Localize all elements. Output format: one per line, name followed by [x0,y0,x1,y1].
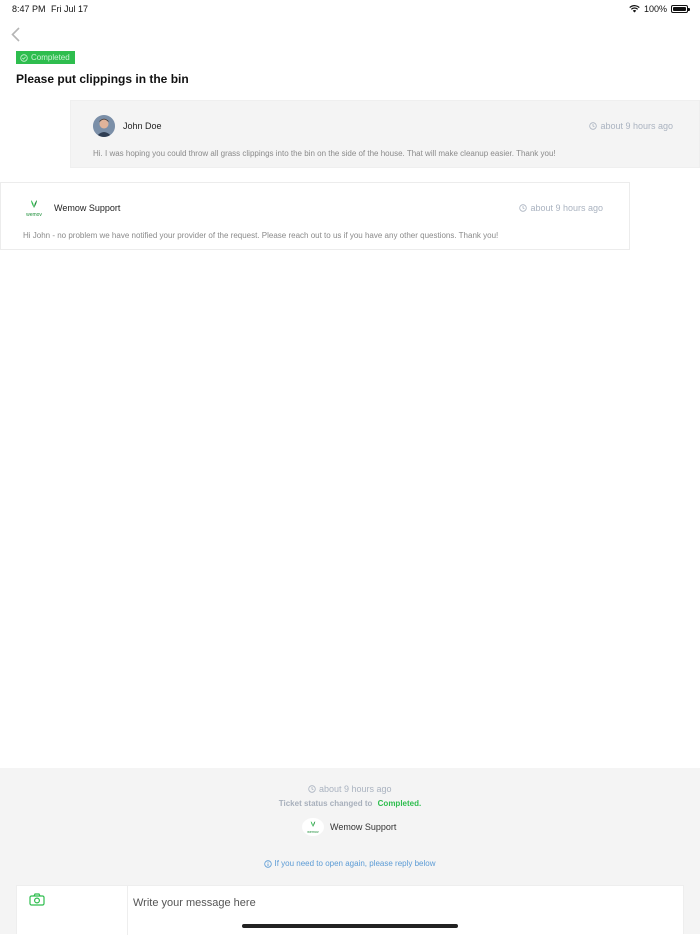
clock-icon [519,204,528,212]
message-author: Wemow Support [54,203,121,213]
message-author: John Doe [123,121,162,131]
message-timestamp: about 9 hours ago [589,121,673,131]
info-icon [264,859,273,868]
home-indicator[interactable] [242,924,458,928]
status-change-time: about 9 hours ago [0,784,700,794]
battery-icon [671,5,690,13]
status-change-label: Ticket status changed to [278,799,373,808]
status-change-agent-name: Wemow Support [330,822,397,832]
status-change-agent: wemov Wemow Support [302,818,396,836]
wemow-logo-text: wemov [26,212,42,218]
clock-icon [589,122,598,130]
avatar [93,115,115,137]
battery-percent: 100% [643,4,667,14]
message-input[interactable] [133,894,673,912]
message-card: John Doe about 9 hours ago Hi. I was hop… [70,100,700,168]
status-time: 8:47 PM [12,4,46,14]
message-time-label: about 9 hours ago [600,121,673,131]
page-title: Please put clippings in the bin [16,72,189,86]
status-date: Fri Jul 17 [51,4,89,14]
check-circle-icon [20,53,28,62]
wemow-logo: wemov [302,818,324,836]
camera-icon [29,893,45,906]
message-body: Hi John - no problem we have notified yo… [23,231,499,240]
status-bar: 8:47 PM Fri Jul 17 100% [0,0,700,18]
status-change-text: Ticket status changed to Completed. [0,799,700,808]
back-chevron-icon [10,26,20,42]
wifi-icon [629,5,640,13]
message-timestamp: about 9 hours ago [519,203,603,213]
message-time-label: about 9 hours ago [530,203,603,213]
message-card: wemov Wemow Support about 9 hours ago Hi… [0,182,630,250]
reopen-hint: If you need to open again, please reply … [0,859,700,868]
reopen-hint-label: If you need to open again, please reply … [274,859,436,868]
status-change-time-label: about 9 hours ago [318,784,392,794]
wemow-logo-text: wemov [307,830,319,834]
status-change-value: Completed. [377,799,422,808]
message-body: Hi. I was hoping you could throw all gra… [93,149,556,158]
clock-icon [308,785,317,793]
wemow-logo: wemov [23,197,45,219]
camera-button[interactable] [29,893,47,909]
back-button[interactable] [6,24,24,44]
composer-divider [127,886,128,935]
status-badge-label: Completed [31,53,70,62]
status-badge: Completed [16,51,75,64]
